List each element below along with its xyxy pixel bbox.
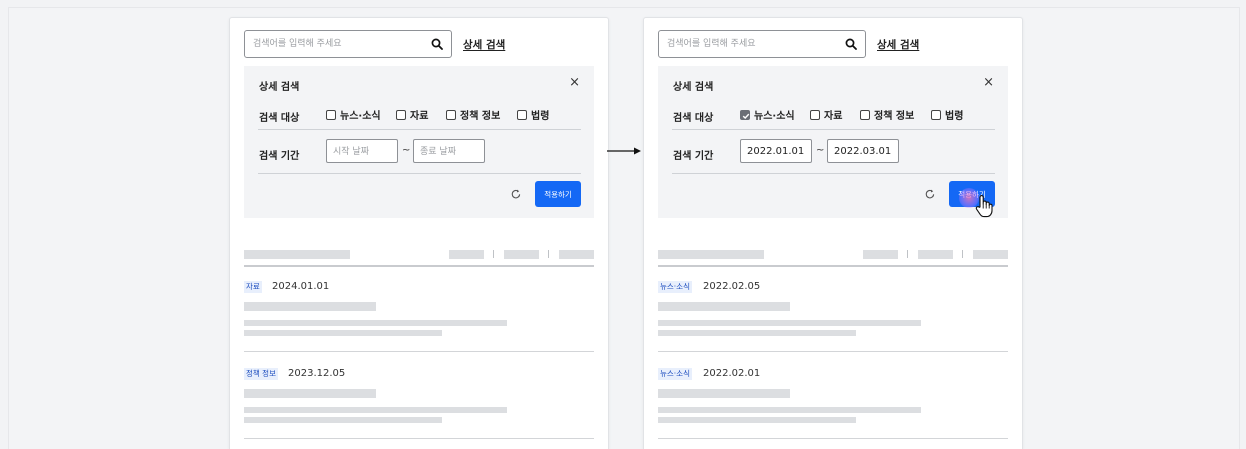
result-divider xyxy=(658,351,1008,352)
start-date-input[interactable] xyxy=(326,139,398,163)
close-icon[interactable]: × xyxy=(569,76,580,90)
checkbox-box-checked[interactable] xyxy=(740,109,750,120)
checkbox-label: 법령 xyxy=(531,111,550,122)
search-input[interactable] xyxy=(667,31,837,57)
checkbox-policy[interactable]: 정책 정보 xyxy=(446,107,500,122)
hand-cursor-icon xyxy=(975,195,993,218)
sort-placeholder xyxy=(918,250,953,259)
filter-title: 상세 검색 xyxy=(259,82,300,93)
result-title-placeholder xyxy=(658,302,790,311)
sort-placeholder xyxy=(449,250,484,259)
end-date-input[interactable] xyxy=(413,139,485,163)
checkbox-box[interactable] xyxy=(326,109,336,120)
divider-tick xyxy=(962,250,963,258)
result-text-placeholder xyxy=(244,320,507,326)
checkbox-news[interactable]: 뉴스·소식 xyxy=(740,107,795,122)
check-icon xyxy=(742,113,750,119)
search-box[interactable] xyxy=(244,30,452,58)
result-text-placeholder xyxy=(658,417,856,423)
result-divider xyxy=(244,351,594,352)
checkbox-data[interactable]: 자료 xyxy=(396,107,428,122)
checkbox-policy[interactable]: 정책 정보 xyxy=(860,107,914,122)
checkbox-news[interactable]: 뉴스·소식 xyxy=(326,107,381,122)
checkbox-label: 뉴스·소식 xyxy=(754,111,795,122)
result-text-placeholder xyxy=(244,330,442,336)
divider-tick xyxy=(907,250,908,258)
checkbox-law[interactable]: 법령 xyxy=(931,107,963,122)
result-text-placeholder xyxy=(658,320,921,326)
search-icon[interactable] xyxy=(431,38,443,50)
range-separator: ~ xyxy=(402,145,411,156)
advanced-search-link[interactable]: 상세 검색 xyxy=(877,37,919,52)
result-title-placeholder xyxy=(244,302,376,311)
search-input[interactable] xyxy=(253,31,423,57)
result-date: 2024.01.01 xyxy=(272,281,330,292)
result-date: 2022.02.01 xyxy=(703,368,761,379)
search-icon[interactable] xyxy=(845,38,857,50)
checkbox-label: 뉴스·소식 xyxy=(340,111,381,122)
result-divider xyxy=(244,438,594,439)
result-title-placeholder xyxy=(244,389,376,398)
range-separator: ~ xyxy=(816,145,825,156)
checkbox-label: 자료 xyxy=(410,111,429,122)
start-date-input[interactable] xyxy=(740,139,812,163)
search-panel-before: 상세 검색 상세 검색 × 검색 대상 뉴스·소식 자료 정책 정보 법령 검색… xyxy=(229,17,609,449)
sort-placeholder xyxy=(559,250,594,259)
checkbox-data[interactable]: 자료 xyxy=(810,107,842,122)
checkbox-law[interactable]: 법령 xyxy=(517,107,549,122)
advanced-search-link[interactable]: 상세 검색 xyxy=(463,37,505,52)
arrow-right-icon xyxy=(607,147,641,155)
result-tag: 뉴스·소식 xyxy=(658,281,692,293)
canvas xyxy=(8,7,1240,449)
results-top-border xyxy=(658,265,1008,267)
result-tag: 정책 정보 xyxy=(244,368,278,380)
checkbox-label: 자료 xyxy=(824,111,843,122)
result-date: 2023.12.05 xyxy=(288,368,346,379)
result-title-placeholder xyxy=(658,389,790,398)
divider xyxy=(258,129,581,130)
target-label: 검색 대상 xyxy=(673,113,714,124)
checkbox-label: 법령 xyxy=(945,111,964,122)
result-date: 2022.02.05 xyxy=(703,281,761,292)
sort-placeholder xyxy=(504,250,539,259)
checkbox-box[interactable] xyxy=(517,109,527,120)
sort-placeholder xyxy=(863,250,898,259)
result-text-placeholder xyxy=(244,417,442,423)
advanced-filter-box: 상세 검색 × 검색 대상 뉴스·소식 자료 정책 정보 법령 검색 기간 ~ … xyxy=(244,66,594,218)
divider xyxy=(672,173,995,174)
result-tag: 자료 xyxy=(244,281,262,293)
checkbox-box[interactable] xyxy=(396,109,406,120)
checkbox-box[interactable] xyxy=(810,109,820,120)
checkbox-box[interactable] xyxy=(446,109,456,120)
search-panel-after: 상세 검색 상세 검색 × 검색 대상 뉴스·소식 자료 정책 정보 법령 검색… xyxy=(643,17,1023,449)
checkbox-label: 정책 정보 xyxy=(460,111,501,122)
reset-icon[interactable] xyxy=(924,188,936,200)
divider xyxy=(672,129,995,130)
checkbox-label: 정책 정보 xyxy=(874,111,915,122)
sort-placeholder xyxy=(973,250,1008,259)
period-label: 검색 기간 xyxy=(673,151,714,162)
reset-icon[interactable] xyxy=(510,188,522,200)
end-date-input[interactable] xyxy=(827,139,899,163)
divider xyxy=(258,173,581,174)
filter-title: 상세 검색 xyxy=(673,82,714,93)
apply-button[interactable]: 적용하기 xyxy=(535,181,581,207)
result-divider xyxy=(658,438,1008,439)
result-text-placeholder xyxy=(658,330,856,336)
search-box[interactable] xyxy=(658,30,866,58)
result-text-placeholder xyxy=(658,407,921,413)
results-top-border xyxy=(244,265,594,267)
header-placeholder xyxy=(244,250,350,259)
result-text-placeholder xyxy=(244,407,507,413)
target-label: 검색 대상 xyxy=(259,113,300,124)
checkbox-box[interactable] xyxy=(931,109,941,120)
close-icon[interactable]: × xyxy=(983,76,994,90)
advanced-filter-box: 상세 검색 × 검색 대상 뉴스·소식 자료 정책 정보 법령 검색 기간 ~ … xyxy=(658,66,1008,218)
divider-tick xyxy=(493,250,494,258)
header-placeholder xyxy=(658,250,764,259)
divider-tick xyxy=(548,250,549,258)
period-label: 검색 기간 xyxy=(259,151,300,162)
result-tag: 뉴스·소식 xyxy=(658,368,692,380)
checkbox-box[interactable] xyxy=(860,109,870,120)
